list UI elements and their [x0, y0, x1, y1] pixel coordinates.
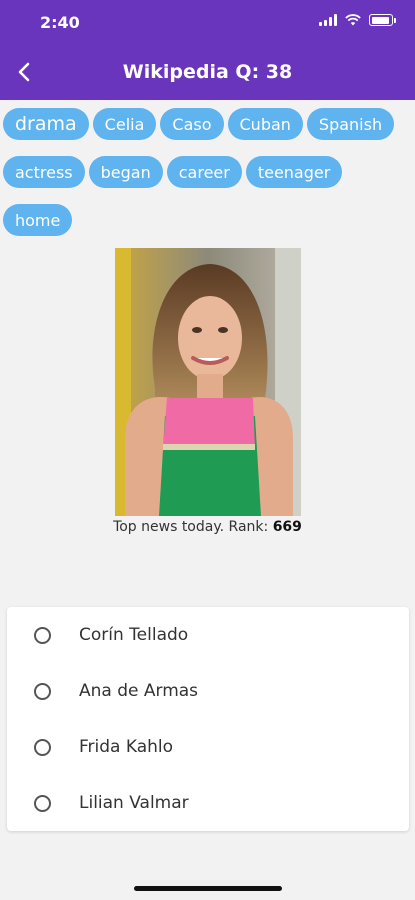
rank-caption: Top news today. Rank: 669 — [0, 519, 415, 535]
photo-image — [115, 248, 301, 516]
option-label: Ana de Armas — [79, 681, 199, 701]
radio-unchecked-icon[interactable] — [34, 738, 51, 756]
caption-text: Top news today. Rank: — [113, 519, 273, 535]
chip-drama[interactable]: drama — [3, 108, 89, 140]
app-bar: Wikipedia Q: 38 — [0, 46, 415, 100]
option-1[interactable]: Corín Tellado — [7, 607, 409, 663]
radio-unchecked-icon[interactable] — [34, 626, 51, 644]
signal-icon — [319, 14, 337, 26]
answer-options: Corín Tellado Ana de Armas Frida Kahlo L… — [7, 607, 409, 831]
status-icons — [319, 14, 396, 26]
option-3[interactable]: Frida Kahlo — [7, 719, 409, 775]
wifi-icon — [345, 14, 361, 26]
battery-icon — [369, 14, 396, 26]
chip-celia[interactable]: Celia — [92, 108, 157, 140]
home-indicator[interactable] — [134, 886, 282, 891]
option-2[interactable]: Ana de Armas — [7, 663, 409, 719]
option-label: Frida Kahlo — [79, 737, 174, 757]
option-label: Corín Tellado — [79, 625, 189, 645]
chip-caso[interactable]: Caso — [160, 108, 224, 140]
chip-cuban[interactable]: Cuban — [227, 108, 303, 140]
chip-home[interactable]: home — [3, 204, 73, 236]
radio-unchecked-icon[interactable] — [34, 794, 51, 812]
chip-teenager[interactable]: teenager — [245, 156, 343, 188]
option-4[interactable]: Lilian Valmar — [7, 775, 409, 831]
chip-began[interactable]: began — [88, 156, 163, 188]
chip-career[interactable]: career — [166, 156, 242, 188]
page-title: Wikipedia Q: 38 — [122, 61, 293, 83]
portrait-photo — [115, 248, 301, 516]
radio-unchecked-icon[interactable] — [34, 682, 51, 700]
rank-value: 669 — [272, 519, 302, 535]
status-time: 2:40 — [40, 13, 80, 32]
status-bar: 2:40 — [0, 0, 415, 46]
keyword-chips: drama Celia Caso Cuban Spanish actress b… — [3, 108, 413, 236]
chip-actress[interactable]: actress — [3, 156, 85, 188]
chip-spanish[interactable]: Spanish — [306, 108, 395, 140]
option-label: Lilian Valmar — [79, 793, 189, 813]
